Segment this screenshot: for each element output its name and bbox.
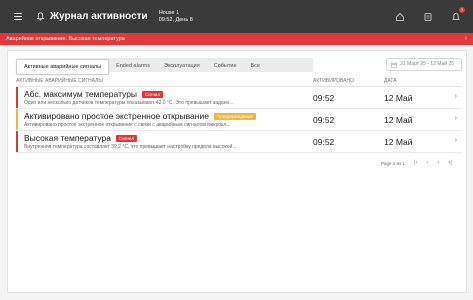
- tab-bar: Активные аварийные сигналы Ended alarms …: [16, 59, 267, 75]
- document-button[interactable]: [417, 0, 439, 33]
- document-icon: [424, 12, 432, 21]
- menu-icon[interactable]: [14, 13, 22, 20]
- next-page-icon[interactable]: ›: [437, 160, 439, 166]
- chevron-right-icon: ›: [464, 35, 467, 42]
- tab-active-alarms[interactable]: Активные аварийные сигналы: [16, 59, 110, 75]
- severity-tag: Сигнал: [116, 134, 138, 142]
- top-bar: Журнал активности House 1 09:52, День 8 …: [0, 0, 473, 33]
- activated-time: 09:52: [313, 137, 335, 147]
- table-row[interactable]: Активировано простое экстренное открыван…: [16, 109, 462, 131]
- chevron-right-icon: ›: [454, 137, 457, 144]
- severity-bar: [16, 131, 18, 152]
- tab-operation[interactable]: Эксплуатация: [157, 59, 207, 75]
- home-icon: [396, 12, 404, 21]
- previous-page-icon[interactable]: ‹: [426, 160, 428, 166]
- severity-bar: [16, 87, 18, 108]
- activated-time: 09:52: [313, 115, 335, 125]
- alarm-description: Один или несколько датчиков температуры …: [24, 100, 234, 106]
- severity-bar: [16, 109, 18, 130]
- header-title-group: Журнал активности: [36, 11, 148, 22]
- severity-tag: Предупреждение: [213, 112, 257, 120]
- alarm-name: Абс. максимум температуры Сигнал: [24, 89, 164, 99]
- severity-tag: Сигнал: [142, 90, 164, 98]
- table-header: АКТИВНЫЕ АВАРИЙНЫЕ СИГНАЛЫ АКТИВИРОВАНО …: [16, 77, 462, 87]
- calendar-icon: [391, 62, 397, 68]
- alarm-description: Активировано простое экстренное открыван…: [24, 122, 231, 128]
- table-row[interactable]: Абс. максимум температуры Сигнал Один ил…: [16, 87, 462, 109]
- alarm-date: 12 Май: [384, 115, 413, 125]
- alert-banner-text: Аварийное открывание. Высокая температур…: [6, 36, 125, 42]
- column-header-date: ДАТА: [384, 78, 397, 84]
- alarm-title: Высокая температура: [24, 133, 112, 143]
- chevron-right-icon: ›: [454, 93, 457, 100]
- alarm-name: Активировано простое экстренное открыван…: [24, 111, 257, 121]
- alert-banner[interactable]: Аварийное открывание. Высокая температур…: [0, 33, 473, 45]
- page-title: Журнал активности: [50, 11, 148, 22]
- alarm-date: 12 Май: [384, 137, 413, 147]
- table-row[interactable]: Высокая температура Сигнал Внутренняя те…: [16, 131, 462, 153]
- notifications-button[interactable]: 2: [445, 0, 467, 33]
- first-page-icon[interactable]: |‹: [414, 160, 418, 166]
- house-time-day: 09:52, День 8: [158, 16, 193, 23]
- house-name: House 1: [158, 9, 180, 16]
- home-button[interactable]: [389, 0, 411, 33]
- date-range-picker[interactable]: 31 Март 25 - 12 Май 25: [386, 58, 462, 71]
- column-header-activated: АКТИВИРОВАНО: [313, 78, 354, 84]
- activated-time: 09:52: [313, 93, 335, 103]
- notification-badge: 2: [459, 7, 465, 13]
- alarm-date: 12 Май: [384, 93, 413, 103]
- activity-card: Активные аварийные сигналы Ended alarms …: [7, 50, 467, 293]
- date-range-text: 31 Март 25 - 12 Май 25: [400, 61, 455, 67]
- bell-icon: [36, 12, 45, 21]
- last-page-icon[interactable]: ›|: [448, 160, 452, 166]
- alarm-description: Внутренняя температура составляет 39,2 °…: [24, 144, 237, 150]
- column-header-alarms: АКТИВНЫЕ АВАРИЙНЫЕ СИГНАЛЫ: [16, 78, 103, 84]
- tab-all[interactable]: Все: [244, 59, 267, 75]
- alarm-title: Абс. максимум температуры: [24, 89, 138, 99]
- chevron-right-icon: ›: [454, 115, 457, 122]
- alarm-title: Активировано простое экстренное открыван…: [24, 111, 209, 121]
- tab-event[interactable]: Событие: [207, 59, 244, 75]
- tab-ended-alarms[interactable]: Ended alarms: [109, 59, 157, 75]
- page-indicator: Page 1 из 1: [381, 160, 405, 166]
- pagination: Page 1 из 1 |‹ ‹ › ›|: [381, 160, 452, 166]
- alarm-name: Высокая температура Сигнал: [24, 133, 138, 143]
- notification-icon: [452, 12, 460, 20]
- house-info: House 1 09:52, День 8: [159, 10, 193, 24]
